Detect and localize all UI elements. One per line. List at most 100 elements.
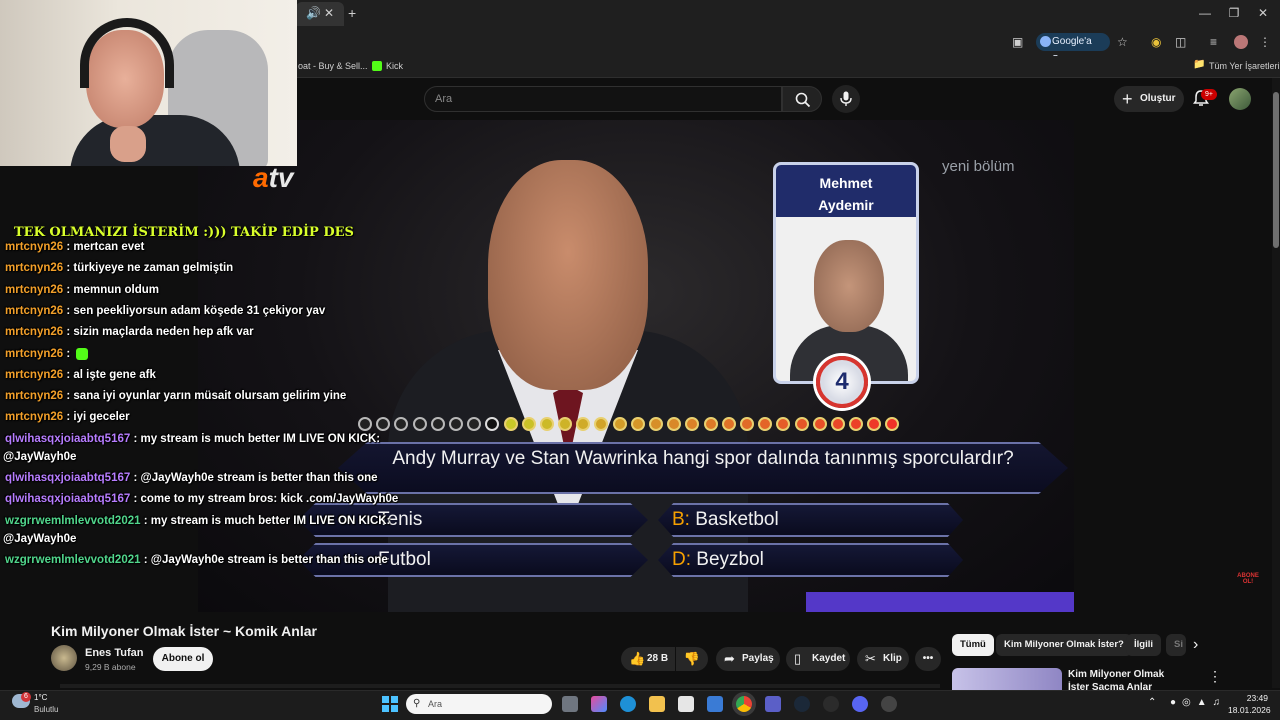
cast-icon[interactable]: ▣ xyxy=(1012,35,1023,49)
mail-icon[interactable] xyxy=(707,696,723,712)
chevron-right-icon[interactable]: › xyxy=(1193,636,1198,654)
new-episode-text: yeni bölüm xyxy=(942,158,1015,175)
chip-related[interactable]: İlgili xyxy=(1126,634,1161,656)
all-bookmarks[interactable]: Tüm Yer İşaretleri xyxy=(1209,61,1280,71)
dislike-button[interactable]: 👎 xyxy=(676,647,708,671)
speaker-icon[interactable]: 🔊 xyxy=(306,6,321,20)
tab-search-icon[interactable]: ≡ xyxy=(1210,35,1217,49)
prize-ladder-dot xyxy=(867,417,882,431)
search-button[interactable] xyxy=(782,86,822,112)
recommended-thumbnail[interactable] xyxy=(952,668,1062,690)
create-button[interactable]: + Oluştur xyxy=(1114,86,1184,112)
chip-all[interactable]: Tümü xyxy=(952,634,994,656)
subscribe-button[interactable]: Abone ol xyxy=(153,647,213,671)
chat-username[interactable]: mrtcnyn26 xyxy=(5,326,63,338)
prize-ladder-dot xyxy=(812,417,827,431)
save-button[interactable]: ▯ Kaydet xyxy=(786,647,850,671)
chat-username[interactable]: mrtcnyn26 xyxy=(5,241,63,253)
profile-avatar[interactable] xyxy=(1234,35,1248,49)
chat-text: : iyi geceler xyxy=(66,411,130,424)
prize-ladder-dot xyxy=(467,417,482,431)
channel-avatar[interactable] xyxy=(51,645,77,671)
chrome-icon[interactable] xyxy=(736,696,752,712)
taskbar-search[interactable]: ⚲ Ara xyxy=(406,694,552,714)
google-ask-button[interactable]: Google'a Sor xyxy=(1036,33,1110,65)
bookmark-item[interactable]: oat - Buy & Sell... xyxy=(298,61,368,71)
task-view-icon[interactable] xyxy=(562,696,578,712)
video-bottom-bar xyxy=(806,592,1074,612)
chat-username[interactable]: mrtcnyn26 xyxy=(5,348,63,360)
share-arrow-icon: ➦ xyxy=(724,651,735,666)
chat-username[interactable]: mrtcnyn26 xyxy=(5,390,63,402)
recommended-menu-icon[interactable]: ⋮ xyxy=(1208,668,1222,685)
chat-text-continued: @JayWayh0e xyxy=(3,532,77,545)
prize-ladder-dot xyxy=(885,417,900,431)
obs-icon[interactable] xyxy=(881,696,897,712)
chat-username[interactable]: qlwihasqxjoiaabtq5167 xyxy=(5,493,130,505)
answer-text: Beyzbol xyxy=(696,549,764,570)
share-button[interactable]: ➦ Paylaş xyxy=(716,647,780,671)
close-tab-icon[interactable]: ✕ xyxy=(324,6,334,20)
account-avatar[interactable] xyxy=(1229,88,1251,110)
clip-button[interactable]: ✂ Klip xyxy=(857,647,909,671)
prize-ladder-dot xyxy=(649,417,663,431)
chat-username[interactable]: wzgrrwemlmlevvotd2021 xyxy=(5,515,141,527)
chat-username[interactable]: qlwihasqxjoiaabtq5167 xyxy=(5,472,130,484)
recommended-title[interactable]: Kim Milyoner Olmak İster Saçma Anlar xyxy=(1068,668,1188,690)
file-explorer-icon[interactable] xyxy=(649,696,665,712)
teams-icon[interactable] xyxy=(765,696,781,712)
clock-date[interactable]: 18.01.2026 xyxy=(1228,705,1271,715)
thumbs-up-icon: 👍 xyxy=(629,651,646,666)
chat-text-continued: @JayWayh0e xyxy=(3,451,77,463)
channel-name[interactable]: Enes Tufan xyxy=(85,647,143,659)
new-tab-icon[interactable]: + xyxy=(348,5,356,21)
voice-search-button[interactable] xyxy=(832,85,860,113)
chat-username[interactable]: mrtcnyn26 xyxy=(5,262,63,274)
tray-icons[interactable]: ●◎▲♫ xyxy=(1170,697,1226,708)
chat-username[interactable]: mrtcnyn26 xyxy=(5,369,63,381)
app-icon[interactable] xyxy=(823,696,839,712)
caller-name: Mehmet Aydemir xyxy=(776,165,916,217)
restore-icon[interactable]: ❐ xyxy=(1225,4,1243,22)
chat-text: : sen peekliyorsun adam köşede 31 çekiyo… xyxy=(66,304,326,317)
extensions-puzzle-icon[interactable]: ◫ xyxy=(1175,35,1186,49)
chat-text: : @JayWayh0e stream is better than this … xyxy=(143,553,388,566)
tray-chevron-icon[interactable]: ⌃ xyxy=(1148,697,1156,708)
video-player[interactable]: atv yeni bölüm Mehmet Aydemir 4 Andy Mur… xyxy=(198,120,1074,612)
chrome-menu-icon[interactable]: ⋮ xyxy=(1259,35,1271,49)
chat-message: mrtcnyn26 : xyxy=(5,347,89,360)
more-actions-button[interactable]: ••• xyxy=(915,647,941,671)
minimize-icon[interactable]: — xyxy=(1196,4,1214,22)
weather-temperature[interactable]: 1°C xyxy=(34,693,47,702)
browser-tab[interactable]: 🔊 ✕ xyxy=(296,2,344,26)
chip-kim-milyoner[interactable]: Kim Milyoner Olmak İster? xyxy=(996,634,1132,656)
chat-username[interactable]: mrtcnyn26 xyxy=(5,411,63,423)
prize-ladder-dot xyxy=(558,417,573,431)
chat-username[interactable]: mrtcnyn26 xyxy=(5,305,63,317)
scrollbar-thumb[interactable] xyxy=(1273,92,1279,248)
chat-username[interactable]: mrtcnyn26 xyxy=(5,284,63,296)
chip-partial[interactable]: Si xyxy=(1166,634,1186,656)
chat-text: : come to my stream bros: kick .com/JayW… xyxy=(133,493,399,506)
clock-time[interactable]: 23:49 xyxy=(1228,693,1268,703)
windows-start-icon[interactable] xyxy=(382,696,398,712)
close-window-icon[interactable]: ✕ xyxy=(1254,4,1272,22)
answer-b: B: Basketbol xyxy=(658,503,963,537)
bookmark-star-icon[interactable]: ☆ xyxy=(1117,35,1128,49)
edge-icon[interactable] xyxy=(620,696,636,712)
search-input[interactable]: Ara xyxy=(424,86,782,112)
like-button[interactable]: 👍 28 B xyxy=(621,647,675,671)
extension-icon[interactable]: ◉ xyxy=(1151,35,1161,49)
chat-message: mrtcnyn26 : sizin maçlarda neden hep afk… xyxy=(5,326,254,338)
chat-username[interactable]: qlwihasqxjoiaabtq5167 xyxy=(5,433,130,445)
weather-description[interactable]: Bulutlu xyxy=(34,705,58,714)
bookmark-kick[interactable]: Kick xyxy=(386,61,403,71)
steam-icon[interactable] xyxy=(794,696,810,712)
discord-icon[interactable] xyxy=(852,696,868,712)
chat-text: : mertcan evet xyxy=(66,241,145,253)
prize-ladder-dot xyxy=(448,417,463,431)
copilot-icon[interactable] xyxy=(591,696,607,712)
store-icon[interactable] xyxy=(678,696,694,712)
subscribe-watermark[interactable]: ABONE OL! xyxy=(1234,573,1262,585)
chat-username[interactable]: wzgrrwemlmlevvotd2021 xyxy=(5,554,141,566)
